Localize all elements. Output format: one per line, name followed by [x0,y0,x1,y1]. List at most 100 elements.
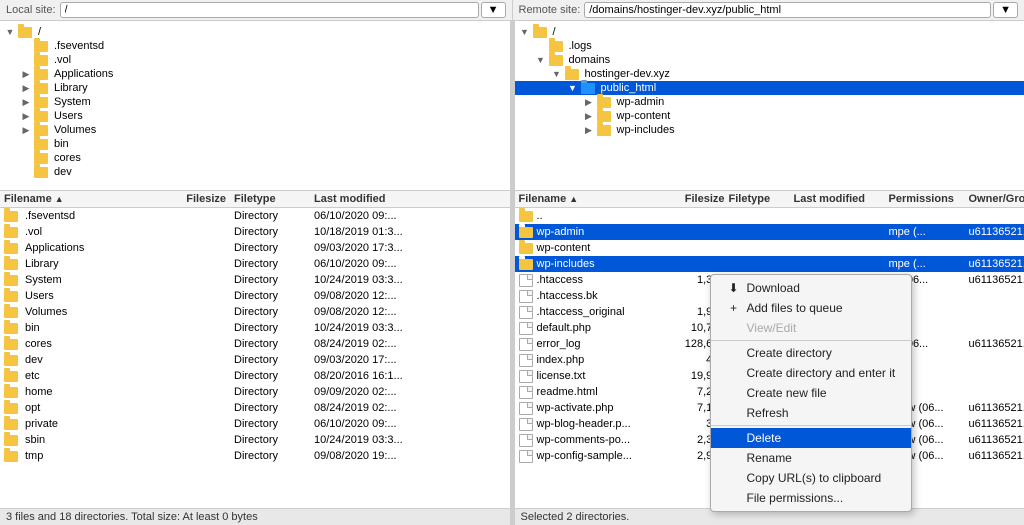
tree-item-users[interactable]: ▶ Users [0,109,510,123]
tree-item-applications[interactable]: ▶ Applications [0,67,510,81]
tree-arrow-dev [20,166,32,178]
tree-item-wp-includes-tree[interactable]: ▶ wp-includes [515,123,1024,137]
file-row[interactable]: bin Directory 10/24/2019 03:3... [0,320,510,336]
folder-icon [519,243,533,254]
folder-icon [4,291,18,302]
file-row[interactable]: home Directory 09/09/2020 02:... [0,384,510,400]
remote-file-row-wp-content[interactable]: wp-content [515,240,1024,256]
file-row[interactable]: private Directory 06/10/2020 09:... [0,416,510,432]
ctx-copy-urls[interactable]: Copy URL(s) to clipboard [711,468,912,488]
context-menu: ⬇ Download + Add files to queue View/Edi… [710,274,913,512]
tree-label-cores: cores [54,152,81,164]
tree-arrow-users: ▶ [20,110,32,122]
tree-label-volumes: Volumes [54,124,96,136]
tree-item-cores[interactable]: cores [0,151,510,165]
file-icon [519,290,533,303]
remote-tree[interactable]: ▼ / .logs ▼ domains ▼ hostinger [515,21,1024,191]
file-row[interactable]: Volumes Directory 09/08/2020 12:... [0,304,510,320]
tree-item-dev[interactable]: dev [0,165,510,179]
file-row[interactable]: .fseventsd Directory 06/10/2020 09:... [0,208,510,224]
tree-item-wp-admin-tree[interactable]: ▶ wp-admin [515,95,1024,109]
file-row[interactable]: cores Directory 08/24/2019 02:... [0,336,510,352]
remote-col-lastmod[interactable]: Last modified [794,193,889,205]
remote-site-label: Remote site: [519,4,581,16]
tree-item-remote-root[interactable]: ▼ / [515,25,1024,39]
tree-item-system[interactable]: ▶ System [0,95,510,109]
tree-item-bin[interactable]: bin [0,137,510,151]
tree-arrow-domains: ▼ [535,54,547,66]
file-row[interactable]: sbin Directory 10/24/2019 03:3... [0,432,510,448]
folder-icon [4,243,18,254]
ctx-create-dir[interactable]: Create directory [711,343,912,363]
remote-col-filename[interactable]: Filename ▲ [519,193,664,205]
ctx-file-permissions[interactable]: File permissions... [711,488,912,508]
local-col-filesize[interactable]: Filesize [164,193,234,205]
remote-panel: ▼ / .logs ▼ domains ▼ hostinger [515,21,1024,525]
ctx-create-file[interactable]: Create new file [711,383,912,403]
remote-col-permissions[interactable]: Permissions [889,193,969,205]
local-col-lastmod[interactable]: Last modified [314,193,506,205]
file-icon [519,402,533,415]
tree-item-public-html[interactable]: ▼ public_html [515,81,1024,95]
tree-item-vol[interactable]: .vol [0,53,510,67]
tree-item-logs[interactable]: .logs [515,39,1024,53]
local-col-filename[interactable]: Filename ▲ [4,193,164,205]
remote-col-filetype[interactable]: Filetype [729,193,794,205]
local-tree[interactable]: ▼ / .fseventsd .vol ▶ Applicat [0,21,510,191]
ctx-add-to-queue[interactable]: + Add files to queue [711,298,912,318]
ctx-rename[interactable]: Rename [711,448,912,468]
tree-item-fseventsd[interactable]: .fseventsd [0,39,510,53]
remote-file-row-wp-includes[interactable]: wp-includes mpe (... u61136521... [515,256,1024,272]
ctx-refresh[interactable]: Refresh [711,403,912,423]
remote-file-row-dotdot[interactable]: .. [515,208,1024,224]
wp-admin-tree-icon [597,97,611,108]
remote-site-dropdown[interactable]: ▼ [993,2,1018,18]
ctx-separator-2 [711,425,912,426]
local-site-dropdown[interactable]: ▼ [481,2,506,18]
tree-item-library[interactable]: ▶ Library [0,81,510,95]
file-row[interactable]: tmp Directory 09/08/2020 19:... [0,448,510,464]
file-row[interactable]: System Directory 10/24/2019 03:3... [0,272,510,288]
tree-label-hostinger: hostinger-dev.xyz [585,68,670,80]
remote-sort-arrow: ▲ [569,194,578,204]
file-icon [519,450,533,463]
tree-arrow-applications: ▶ [20,68,32,80]
file-row[interactable]: .vol Directory 10/18/2019 01:3... [0,224,510,240]
tree-label-applications: Applications [54,68,113,80]
wp-content-tree-icon [597,111,611,122]
remote-col-ownergroup[interactable]: Owner/Group [969,193,1024,205]
ctx-download[interactable]: ⬇ Download [711,278,912,298]
file-row[interactable]: Library Directory 06/10/2020 09:... [0,256,510,272]
remote-site-path[interactable] [584,2,991,18]
tree-item-hostinger[interactable]: ▼ hostinger-dev.xyz [515,67,1024,81]
tree-item-volumes[interactable]: ▶ Volumes [0,123,510,137]
tree-arrow-remote-root: ▼ [519,26,531,38]
tree-item-domains[interactable]: ▼ domains [515,53,1024,67]
file-icon [519,338,533,351]
tree-label-public-html: public_html [601,82,657,94]
tree-item-root[interactable]: ▼ / [0,25,510,39]
file-row[interactable]: etc Directory 08/20/2016 16:1... [0,368,510,384]
folder-icon [4,371,18,382]
tree-item-wp-content-tree[interactable]: ▶ wp-content [515,109,1024,123]
file-row[interactable]: opt Directory 08/24/2019 02:... [0,400,510,416]
remote-root-icon [533,27,547,38]
ctx-separator-1 [711,340,912,341]
file-row[interactable]: Users Directory 09/08/2020 12:... [0,288,510,304]
tree-arrow-cores [20,152,32,164]
remote-col-filesize[interactable]: Filesize [664,193,729,205]
ctx-view-edit[interactable]: View/Edit [711,318,912,338]
file-row[interactable]: dev Directory 09/03/2020 17:... [0,352,510,368]
tree-label-domains: domains [569,54,611,66]
remote-file-row-wp-admin[interactable]: wp-admin mpe (... u61136521... [515,224,1024,240]
local-file-list[interactable]: .fseventsd Directory 06/10/2020 09:... .… [0,208,510,508]
tree-arrow-wp-content: ▶ [583,110,595,122]
file-row[interactable]: Applications Directory 09/03/2020 17:3..… [0,240,510,256]
users-folder-icon [34,111,48,122]
file-icon [519,418,533,431]
local-col-filetype[interactable]: Filetype [234,193,314,205]
ctx-delete[interactable]: Delete [711,428,912,448]
local-site-path[interactable] [60,2,479,18]
tree-label-logs: .logs [569,40,592,52]
ctx-create-dir-enter[interactable]: Create directory and enter it [711,363,912,383]
